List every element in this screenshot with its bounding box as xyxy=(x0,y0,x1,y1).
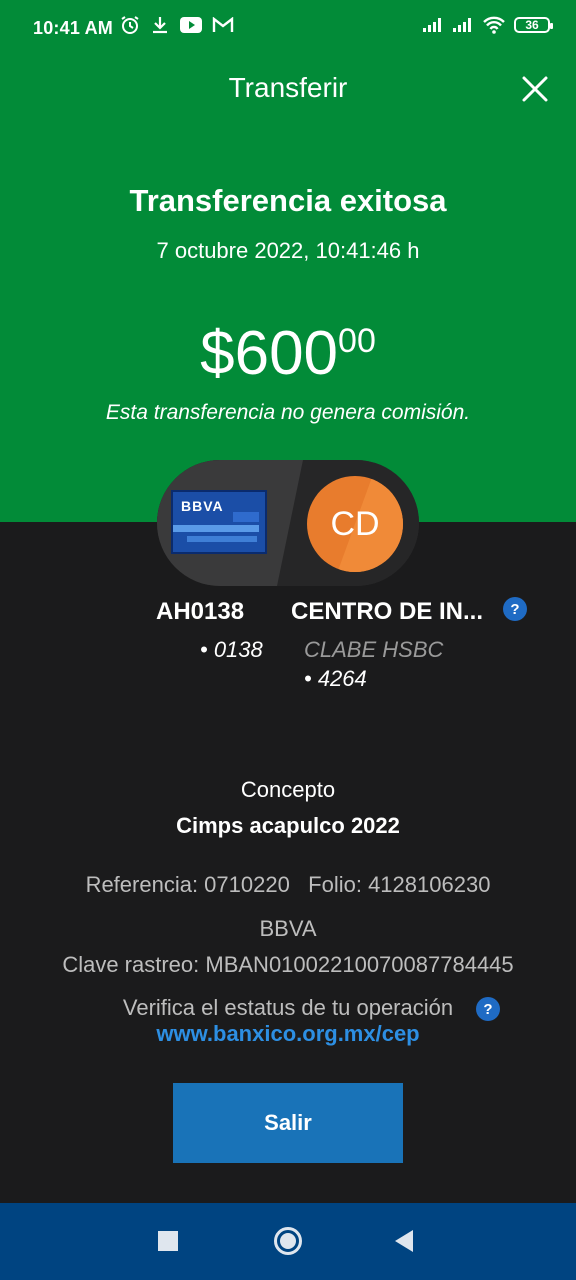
recipient-account-number: • 4264 xyxy=(304,666,367,691)
transfer-amount: $60000 xyxy=(0,318,576,389)
transfer-datetime: 7 octubre 2022, 10:41:46 h xyxy=(156,238,420,263)
status-bar: 10:41 AM 36 xyxy=(0,0,576,56)
recipient-bank: CLABE HSBC xyxy=(304,637,444,662)
reference-folio: Referencia: 0710220 Folio: 4128106230 xyxy=(85,872,491,897)
download-icon xyxy=(153,17,167,34)
fee-note: Esta transferencia no genera comisión. xyxy=(105,401,471,424)
origin-account-name: AH0138 xyxy=(156,598,245,625)
help-icon[interactable]: ? xyxy=(476,997,500,1021)
card-logo: BBVA xyxy=(181,498,224,514)
bank-card-icon: BBVA xyxy=(171,490,267,554)
back-icon[interactable] xyxy=(395,1230,413,1252)
status-system-icons: 36 xyxy=(422,16,553,34)
tracking-key: Clave rastreo: MBAN01002210070087784445 xyxy=(62,952,514,977)
recipient-name: CENTRO DE IN... xyxy=(291,598,484,625)
operation-bank: BBVA xyxy=(259,916,317,941)
concept-label: Concepto xyxy=(240,777,336,802)
success-title: Transferencia exitosa xyxy=(129,183,447,218)
card-decoration xyxy=(173,525,259,532)
battery-icon: 36 xyxy=(514,17,553,33)
card-decoration xyxy=(233,512,259,522)
exit-button[interactable]: Salir xyxy=(173,1083,403,1163)
alarm-icon xyxy=(121,16,139,34)
card-decoration xyxy=(187,536,257,542)
home-icon[interactable] xyxy=(274,1227,302,1255)
origin-account: AH0138 xyxy=(156,598,276,626)
amount-cents: 00 xyxy=(338,322,376,360)
signal-icon xyxy=(423,18,441,32)
page-title: Transferir xyxy=(228,72,348,103)
status-notification-icons xyxy=(120,15,234,35)
amount-main: $600 xyxy=(200,319,339,388)
account-transfer-badge: BBVA CD xyxy=(157,460,419,586)
origin-account-number: • 0138 xyxy=(200,637,263,662)
youtube-icon xyxy=(180,17,202,33)
signal-icon xyxy=(453,18,471,32)
recent-apps-icon[interactable] xyxy=(158,1231,178,1251)
recipient-avatar: CD xyxy=(307,476,403,572)
gmail-icon xyxy=(212,17,234,32)
banxico-link[interactable]: www.banxico.org.mx/cep xyxy=(0,1021,576,1047)
close-icon[interactable] xyxy=(520,74,550,104)
concept-value: Cimps acapulco 2022 xyxy=(176,813,400,838)
help-icon[interactable]: ? xyxy=(503,597,527,621)
wifi-icon xyxy=(483,16,505,34)
avatar-initials: CD xyxy=(330,504,380,543)
status-time: 10:41 AM xyxy=(33,18,113,38)
